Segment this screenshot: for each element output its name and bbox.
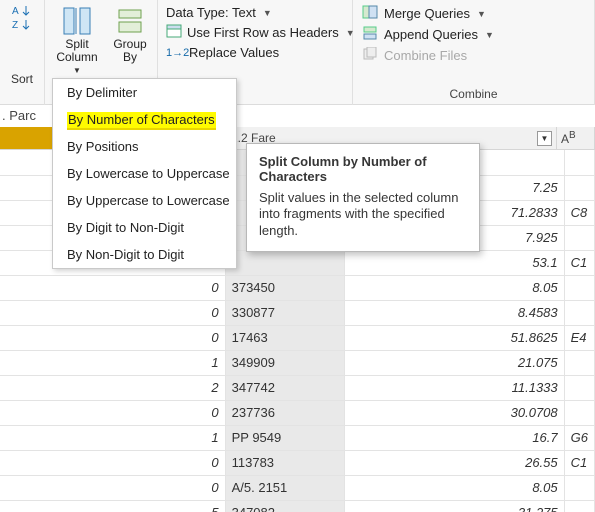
cell-fare: 26.55 xyxy=(345,450,564,475)
split-column-button[interactable]: Split Column ▼ xyxy=(51,2,103,78)
cell-cabin xyxy=(564,500,594,512)
chevron-down-icon: ▼ xyxy=(263,8,272,18)
cell-fare: 16.7 xyxy=(345,425,564,450)
table-row[interactable]: 023773630.0708 xyxy=(0,400,595,425)
cell-ticket: PP 9549 xyxy=(225,425,345,450)
combine-group: Merge Queries▼ Append Queries▼ Combine F… xyxy=(353,0,595,105)
menu-upper-to-lower[interactable]: By Uppercase to Lowercase xyxy=(53,187,236,214)
cell-cabin: G6 xyxy=(564,425,594,450)
cell-parch: 0 xyxy=(0,325,225,350)
cell-fare: 31.275 xyxy=(345,500,564,512)
table-row[interactable]: 0A/5. 21518.05 xyxy=(0,475,595,500)
cell-cabin xyxy=(564,175,594,200)
cell-ticket: 237736 xyxy=(225,400,345,425)
cell-ticket: 113783 xyxy=(225,450,345,475)
cell-parch: 0 xyxy=(0,275,225,300)
split-column-menu: By Delimiter By Number of Characters By … xyxy=(52,78,237,269)
cabin-column-header[interactable]: AB xyxy=(557,127,595,149)
cell-fare: 8.05 xyxy=(345,275,564,300)
merge-queries-button[interactable]: Merge Queries▼ xyxy=(359,4,588,23)
tooltip-body: Split values in the selected column into… xyxy=(259,190,467,239)
table-row[interactable]: 1PP 954916.7G6 xyxy=(0,425,595,450)
merge-icon xyxy=(361,5,379,22)
cell-parch: 0 xyxy=(0,300,225,325)
menu-lower-to-upper[interactable]: By Lowercase to Uppercase xyxy=(53,160,236,187)
table-row[interactable]: 011378326.55C1 xyxy=(0,450,595,475)
cell-ticket: 373450 xyxy=(225,275,345,300)
append-queries-button[interactable]: Append Queries▼ xyxy=(359,25,588,44)
chevron-down-icon: ▼ xyxy=(73,66,81,75)
cell-cabin xyxy=(564,300,594,325)
cell-cabin xyxy=(564,275,594,300)
cell-parch: 1 xyxy=(0,350,225,375)
menu-by-delimiter[interactable]: By Delimiter xyxy=(53,79,236,106)
combine-group-label: Combine xyxy=(359,87,588,101)
menu-nondigit-to-digit[interactable]: By Non-Digit to Digit xyxy=(53,241,236,268)
svg-text:Z: Z xyxy=(12,20,18,31)
cell-cabin: E4 xyxy=(564,325,594,350)
first-row-headers-button[interactable]: Use First Row as Headers▼ xyxy=(164,23,346,42)
cell-parch: 0 xyxy=(0,475,225,500)
cell-cabin: C8 xyxy=(564,200,594,225)
cell-fare: 53.1 xyxy=(345,250,564,275)
combine-files-icon xyxy=(361,47,379,64)
cell-fare: 11.1333 xyxy=(345,375,564,400)
menu-by-positions[interactable]: By Positions xyxy=(53,133,236,160)
cell-parch: 0 xyxy=(0,450,225,475)
cell-cabin xyxy=(564,350,594,375)
cell-cabin: C1 xyxy=(564,250,594,275)
data-type-button[interactable]: Data Type: Text▼ xyxy=(164,4,346,21)
cell-ticket xyxy=(225,250,345,275)
append-icon xyxy=(361,26,379,43)
svg-text:A: A xyxy=(12,6,19,17)
cell-ticket: 347742 xyxy=(225,375,345,400)
filter-dropdown-icon[interactable]: ▼ xyxy=(537,131,552,146)
cell-fare: 8.05 xyxy=(345,475,564,500)
replace-icon: 1→2 xyxy=(166,47,184,59)
sort-asc-icon[interactable]: A xyxy=(0,4,44,18)
table-row[interactable]: 534708231.275 xyxy=(0,500,595,512)
cell-fare: 51.8625 xyxy=(345,325,564,350)
chevron-down-icon: ▼ xyxy=(485,30,494,40)
cell-fare: 8.4583 xyxy=(345,300,564,325)
cell-ticket: 347082 xyxy=(225,500,345,512)
chevron-down-icon: ▼ xyxy=(477,9,486,19)
cell-fare: 21.075 xyxy=(345,350,564,375)
cell-cabin xyxy=(564,400,594,425)
cell-cabin xyxy=(564,225,594,250)
split-column-icon xyxy=(60,4,94,38)
table-row[interactable]: 03308778.4583 xyxy=(0,300,595,325)
cell-cabin xyxy=(564,475,594,500)
table-row[interactable]: 03734508.05 xyxy=(0,275,595,300)
cell-ticket: 349909 xyxy=(225,350,345,375)
cell-ticket: 17463 xyxy=(225,325,345,350)
cell-parch: 5 xyxy=(0,500,225,512)
combine-files-button[interactable]: Combine Files xyxy=(359,46,588,65)
replace-values-button[interactable]: 1→2 Replace Values xyxy=(164,44,346,61)
tooltip: Split Column by Number of Characters Spl… xyxy=(246,143,480,252)
group-by-icon xyxy=(113,4,147,38)
table-row[interactable]: 01746351.8625E4 xyxy=(0,325,595,350)
sort-group-label: Sort xyxy=(0,72,44,86)
cell-cabin: C1 xyxy=(564,450,594,475)
cell-fare: 30.0708 xyxy=(345,400,564,425)
tooltip-title: Split Column by Number of Characters xyxy=(259,154,467,184)
menu-digit-to-nondigit[interactable]: By Digit to Non-Digit xyxy=(53,214,236,241)
cell-parch: 0 xyxy=(0,400,225,425)
sort-group: A Z Sort xyxy=(0,0,45,105)
cell-parch: 2 xyxy=(0,375,225,400)
cell-parch: 1 xyxy=(0,425,225,450)
menu-by-number-of-characters[interactable]: By Number of Characters xyxy=(53,106,236,133)
parch-column-header-partial: . Parc xyxy=(2,108,36,123)
cell-ticket: 330877 xyxy=(225,300,345,325)
headers-icon xyxy=(166,24,182,41)
cell-ticket: A/5. 2151 xyxy=(225,475,345,500)
cell-cabin xyxy=(564,375,594,400)
cell-cabin xyxy=(564,150,594,175)
table-row[interactable]: 134990921.075 xyxy=(0,350,595,375)
table-row[interactable]: 234774211.1333 xyxy=(0,375,595,400)
sort-desc-icon[interactable]: Z xyxy=(0,18,44,32)
group-by-button[interactable]: Group By xyxy=(109,2,151,78)
